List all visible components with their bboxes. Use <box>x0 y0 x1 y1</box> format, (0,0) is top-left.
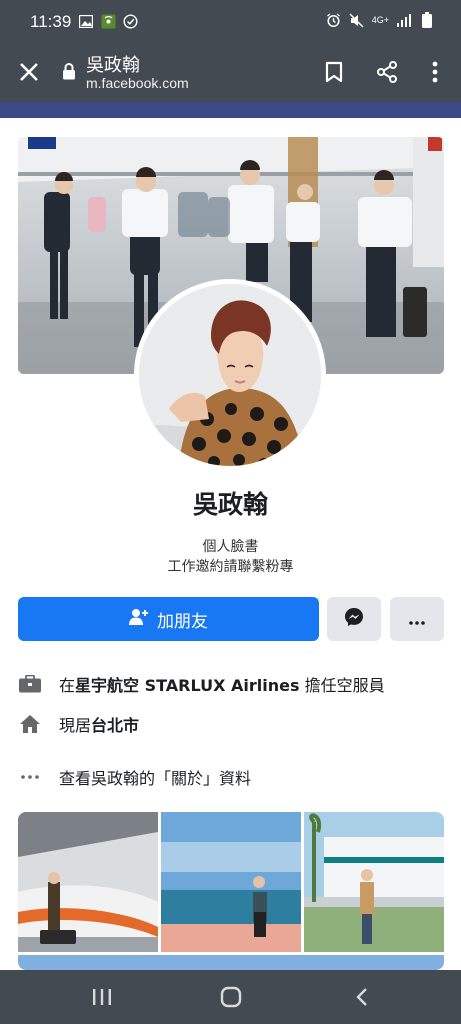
bookmark-icon[interactable] <box>320 58 348 86</box>
more-horiz-icon <box>409 610 425 629</box>
photo-thumbnail[interactable] <box>161 812 301 952</box>
photo-thumbnail[interactable] <box>304 812 444 952</box>
photo-thumbnail[interactable] <box>18 812 158 952</box>
facebook-header-strip <box>0 102 461 118</box>
about-link-row[interactable]: 查看吳政翰的「關於」資料 <box>18 764 251 790</box>
status-time: 11:39 <box>30 12 72 31</box>
work-suffix: 擔任空服員 <box>299 676 385 695</box>
add-friend-label: 加朋友 <box>157 611 208 632</box>
work-company[interactable]: 星宇航空 STARLUX Airlines <box>75 672 300 696</box>
lives-info: 現居 台北市 <box>18 711 139 737</box>
work-prefix: 在 <box>59 676 76 695</box>
alarm-icon <box>326 12 342 28</box>
more-vert-icon[interactable] <box>421 58 449 86</box>
messenger-icon <box>344 607 364 631</box>
profile-page: 吳政翰 個人臉書 工作邀約請聯繫粉專 加朋友 在 星宇航空 STARLUX Ai… <box>0 118 461 970</box>
home-nav-icon[interactable] <box>216 984 246 1010</box>
back-icon[interactable] <box>347 984 377 1010</box>
bio-line-2: 工作邀約請聯繫粉專 <box>167 559 294 575</box>
check-notification-icon <box>122 13 138 29</box>
lock-icon <box>62 63 76 84</box>
status-left-icons <box>78 13 138 29</box>
browser-toolbar: 吳政翰 m.facebook.com <box>0 44 461 102</box>
briefcase-icon <box>18 672 42 696</box>
status-bar: 11:39 4G+ <box>0 0 461 44</box>
gallery-notification-icon <box>78 13 94 29</box>
profile-picture[interactable] <box>134 279 326 471</box>
home-icon <box>18 712 42 736</box>
work-info: 在 星宇航空 STARLUX Airlines 擔任空服員 <box>18 671 385 697</box>
system-nav-bar <box>0 970 461 1024</box>
dots-icon <box>18 765 42 789</box>
add-friend-button[interactable]: 加朋友 <box>18 597 319 641</box>
photo-grid-next-row <box>18 955 444 970</box>
recents-icon[interactable] <box>87 984 117 1010</box>
avatar <box>139 284 321 466</box>
network-type: 4G+ <box>371 15 389 25</box>
more-options-button[interactable] <box>390 597 444 641</box>
page-title: 吳政翰 <box>86 55 140 76</box>
share-icon[interactable] <box>373 58 401 86</box>
message-button[interactable] <box>327 597 381 641</box>
hotspot-notification-icon <box>100 13 116 29</box>
add-friend-icon <box>129 608 149 631</box>
bio-line-1: 個人臉書 <box>202 539 259 555</box>
lives-city[interactable]: 台北市 <box>91 712 139 736</box>
mute-icon <box>349 12 365 28</box>
status-right-icons: 4G+ <box>326 12 435 28</box>
signal-icon <box>396 12 412 28</box>
lives-prefix: 現居 <box>59 716 92 735</box>
battery-icon <box>419 12 435 28</box>
page-url[interactable]: m.facebook.com <box>86 75 189 91</box>
profile-name: 吳政翰 <box>192 490 268 519</box>
close-icon[interactable] <box>16 59 42 85</box>
about-link[interactable]: 查看吳政翰的「關於」資料 <box>59 765 251 789</box>
photo-grid <box>18 812 444 970</box>
